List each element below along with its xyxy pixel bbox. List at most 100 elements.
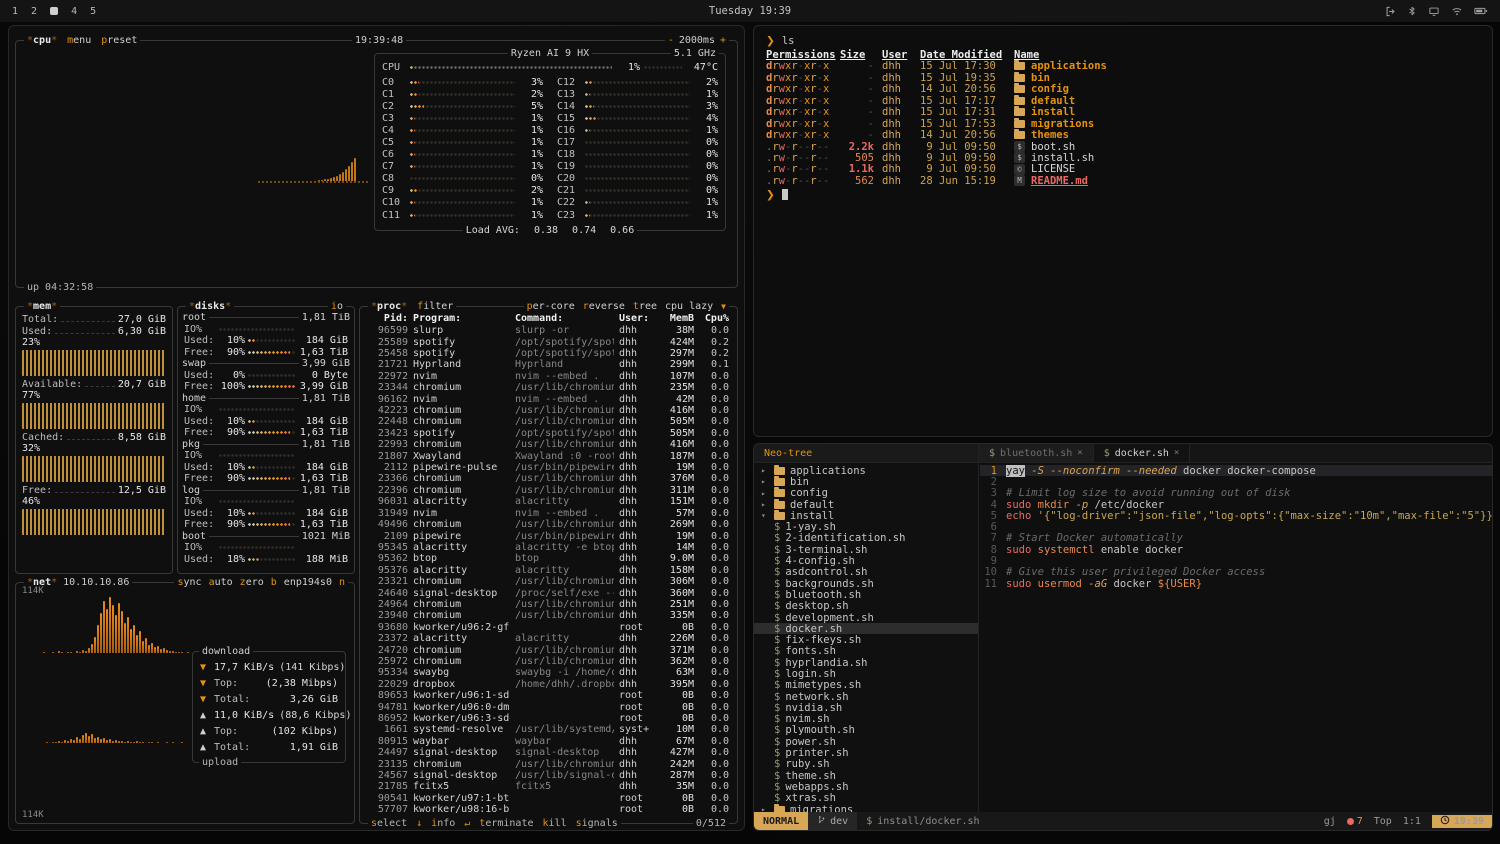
proc-action-info[interactable]: info <box>431 817 455 830</box>
tree-item-3-terminal.sh[interactable]: $3-terminal.sh <box>754 544 978 555</box>
proc-row-24720[interactable]: 24720chromium/usr/lib/chromium/dhh371M0.… <box>360 644 737 655</box>
tree-item-applications[interactable]: ▸applications <box>754 465 978 476</box>
proc-row-94781[interactable]: 94781kworker/u96:0-dmroot0B0.0 <box>360 701 737 712</box>
proc-row-95376[interactable]: 95376alacrittyalacrittydhh158M0.0 <box>360 565 737 576</box>
editor-line-4[interactable]: 4sudo mkdir -p /etc/docker <box>980 499 1492 510</box>
proc-row-25589[interactable]: 25589spotify/opt/spotify/spotidhh424M0.2 <box>360 336 737 347</box>
proc-row-2109[interactable]: 2109pipewire/usr/bin/pipewiredhh19M0.0 <box>360 530 737 541</box>
proc-row-22029[interactable]: 22029dropbox/home/dhh/.dropboxdhh395M0.0 <box>360 679 737 690</box>
tree-item-config[interactable]: ▸config <box>754 488 978 499</box>
proc-row-24567[interactable]: 24567signal-desktop/usr/lib/signal-dedhh… <box>360 770 737 781</box>
proc-tree-toggle[interactable]: tree <box>633 300 657 313</box>
proc-row-2112[interactable]: 2112pipewire-pulse/usr/bin/pipewire-dhh1… <box>360 462 737 473</box>
proc-row-80915[interactable]: 80915waybarwaybardhh67M0.0 <box>360 736 737 747</box>
tree-item-fix-fkeys.sh[interactable]: $fix-fkeys.sh <box>754 634 978 645</box>
tree-item-backgrounds.sh[interactable]: $backgrounds.sh <box>754 578 978 589</box>
wifi-icon[interactable] <box>1451 6 1463 17</box>
disks-io-toggle[interactable]: io <box>328 300 346 313</box>
tree-item-desktop.sh[interactable]: $desktop.sh <box>754 601 978 612</box>
buffer-tab-docker.sh[interactable]: $docker.sh× <box>1094 444 1191 462</box>
battery-icon[interactable] <box>1474 6 1488 16</box>
workspace-4[interactable]: 4 <box>71 6 77 17</box>
tree-item-nvidia.sh[interactable]: $nvidia.sh <box>754 702 978 713</box>
proc-row-95362[interactable]: 95362btopbtopdhh9.0M0.0 <box>360 553 737 564</box>
tree-item-4-config.sh[interactable]: $4-config.sh <box>754 555 978 566</box>
proc-row-23366[interactable]: 23366chromium/usr/lib/chromium/dhh376M0.… <box>360 473 737 484</box>
editor-line-1[interactable]: 1yay -S --noconfirm --needed docker dock… <box>980 465 1492 476</box>
proc-action-select[interactable]: select <box>371 817 407 830</box>
tree-item-default[interactable]: ▸default <box>754 499 978 510</box>
editor-line-7[interactable]: 7# Start Docker automatically <box>980 533 1492 544</box>
net-zero-toggle[interactable]: zero <box>240 576 264 589</box>
tree-item-install[interactable]: ▾install <box>754 510 978 521</box>
tree-item-bin[interactable]: ▸bin <box>754 476 978 487</box>
logout-icon[interactable] <box>1385 6 1396 17</box>
proc-row-1661[interactable]: 1661systemd-resolve/usr/lib/systemd/ssys… <box>360 724 737 735</box>
proc-row-21721[interactable]: 21721HyprlandHyprlanddhh299M0.1 <box>360 359 737 370</box>
proc-row-96599[interactable]: 96599slurpslurp -ordhh38M0.0 <box>360 325 737 336</box>
proc-action-terminate[interactable]: terminate <box>479 817 533 830</box>
editor-line-11[interactable]: 11sudo usermod -aG docker ${USER} <box>980 578 1492 589</box>
proc-row-31949[interactable]: 31949nvimnvim --embed .dhh57M0.0 <box>360 508 737 519</box>
net-iface-next[interactable]: n <box>339 576 345 589</box>
proc-row-23135[interactable]: 23135chromium/usr/lib/chromium/dhh242M0.… <box>360 758 737 769</box>
proc-row-89653[interactable]: 89653kworker/u96:1-sdroot0B0.0 <box>360 690 737 701</box>
proc-row-22993[interactable]: 22993chromium/usr/lib/chromium/dhh416M0.… <box>360 439 737 450</box>
tree-item-plymouth.sh[interactable]: $plymouth.sh <box>754 725 978 736</box>
proc-row-22396[interactable]: 22396chromium/usr/lib/chromium/dhh311M0.… <box>360 485 737 496</box>
tree-item-1-yay.sh[interactable]: $1-yay.sh <box>754 521 978 532</box>
interval-minus-button[interactable]: - <box>668 34 674 47</box>
proc-row-23372[interactable]: 23372alacrittyalacrittydhh226M0.0 <box>360 633 737 644</box>
tree-item-docker.sh[interactable]: $docker.sh <box>754 623 978 634</box>
proc-row-96162[interactable]: 96162nvimnvim --embed .dhh42M0.0 <box>360 393 737 404</box>
proc-sort-selector[interactable]: cpu lazy <box>665 300 713 313</box>
tree-item-bluetooth.sh[interactable]: $bluetooth.sh <box>754 589 978 600</box>
proc-reverse-toggle[interactable]: reverse <box>583 300 625 313</box>
tree-item-webapps.sh[interactable]: $webapps.sh <box>754 781 978 792</box>
proc-action-signals[interactable]: signals <box>576 817 618 830</box>
tab-close-icon[interactable]: × <box>1077 448 1082 458</box>
tree-item-asdcontrol.sh[interactable]: $asdcontrol.sh <box>754 567 978 578</box>
proc-row-23423[interactable]: 23423spotify/opt/spotify/spotidhh505M0.0 <box>360 428 737 439</box>
proc-row-24964[interactable]: 24964chromium/usr/lib/chromium/dhh251M0.… <box>360 599 737 610</box>
proc-row-93680[interactable]: 93680kworker/u96:2-gfroot0B0.0 <box>360 622 737 633</box>
tree-item-2-identification.sh[interactable]: $2-identification.sh <box>754 533 978 544</box>
tree-item-login.sh[interactable]: $login.sh <box>754 668 978 679</box>
workspace-5[interactable]: 5 <box>90 6 96 17</box>
editor-buffer[interactable]: 1yay -S --noconfirm --needed docker dock… <box>980 463 1492 812</box>
proc-action-kill[interactable]: kill <box>543 817 567 830</box>
proc-row-24640[interactable]: 24640signal-desktop/proc/self/exe --tdhh… <box>360 587 737 598</box>
proc-row-24497[interactable]: 24497signal-desktopsignal-desktopdhh427M… <box>360 747 737 758</box>
editor-line-8[interactable]: 8sudo systemctl enable docker <box>980 544 1492 555</box>
workspace-2[interactable]: 2 <box>31 6 37 17</box>
net-sync-toggle[interactable]: sync <box>177 576 201 589</box>
tree-item-nvim.sh[interactable]: $nvim.sh <box>754 714 978 725</box>
editor-line-2[interactable]: 2 <box>980 476 1492 487</box>
menu-button[interactable]: menu <box>67 34 91 47</box>
tree-item-printer.sh[interactable]: $printer.sh <box>754 747 978 758</box>
interval-plus-button[interactable]: + <box>720 34 726 47</box>
proc-filter-button[interactable]: filter <box>417 300 453 313</box>
tree-item-hyprlandia.sh[interactable]: $hyprlandia.sh <box>754 657 978 668</box>
terminal-active-prompt[interactable]: ❯ <box>766 188 1480 201</box>
tree-item-migrations[interactable]: ▸migrations <box>754 804 978 812</box>
proc-row-57707[interactable]: 57707kworker/u98:16-broot0B0.0 <box>360 804 737 815</box>
editor-line-5[interactable]: 5echo '{"log-driver":"json-file","log-op… <box>980 510 1492 521</box>
proc-row-49496[interactable]: 49496chromium/usr/lib/chromium/dhh269M0.… <box>360 519 737 530</box>
tree-item-fonts.sh[interactable]: $fonts.sh <box>754 646 978 657</box>
tree-item-network.sh[interactable]: $network.sh <box>754 691 978 702</box>
tab-close-icon[interactable]: × <box>1174 448 1179 458</box>
proc-per-core-toggle[interactable]: per-core <box>527 300 575 313</box>
tree-item-xtras.sh[interactable]: $xtras.sh <box>754 793 978 804</box>
proc-row-95334[interactable]: 95334swaybgswaybg -i /home/dhdhh63M0.0 <box>360 667 737 678</box>
proc-row-21785[interactable]: 21785fcitx5fcitx5dhh35M0.0 <box>360 781 737 792</box>
display-icon[interactable] <box>1428 6 1440 17</box>
buffer-tab-bluetooth.sh[interactable]: $bluetooth.sh× <box>979 444 1094 462</box>
net-auto-toggle[interactable]: auto <box>209 576 233 589</box>
editor-line-6[interactable]: 6 <box>980 521 1492 532</box>
tree-item-development.sh[interactable]: $development.sh <box>754 612 978 623</box>
editor-line-9[interactable]: 9 <box>980 555 1492 566</box>
tree-item-ruby.sh[interactable]: $ruby.sh <box>754 759 978 770</box>
editor-line-3[interactable]: 3# Limit log size to avoid running out o… <box>980 488 1492 499</box>
workspace-active[interactable] <box>50 7 58 15</box>
